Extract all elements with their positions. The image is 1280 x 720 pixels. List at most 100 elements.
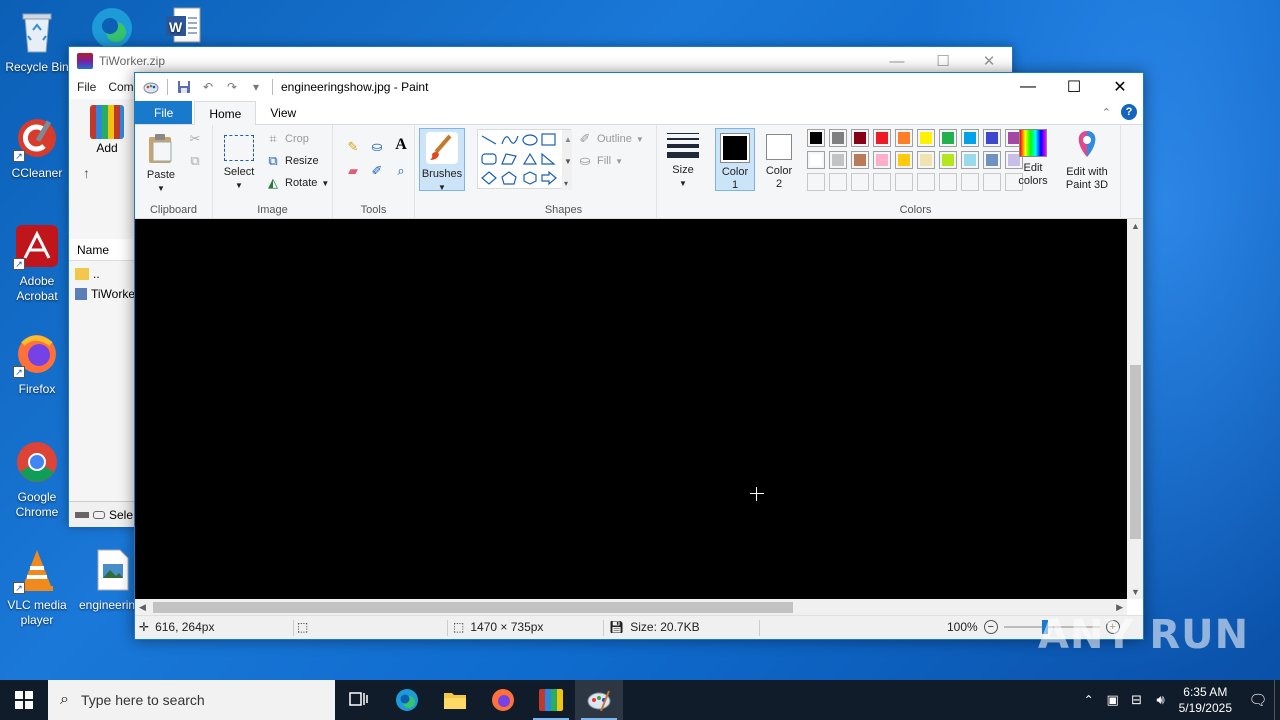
palette-custom-slot[interactable] bbox=[807, 173, 825, 191]
horizontal-scrollbar[interactable]: ◀ ▶ bbox=[135, 599, 1127, 615]
edit-colors-button[interactable]: Edit colors bbox=[1011, 129, 1055, 188]
palette-custom-slot[interactable] bbox=[851, 173, 869, 191]
palette-color-swatch[interactable] bbox=[829, 151, 847, 169]
palette-color-swatch[interactable] bbox=[917, 129, 935, 147]
text-tool-icon[interactable]: A bbox=[393, 136, 409, 153]
help-icon[interactable]: ? bbox=[1121, 104, 1137, 120]
taskbar-paint[interactable] bbox=[575, 680, 623, 720]
menu-file[interactable]: File bbox=[77, 80, 96, 94]
clock[interactable]: 6:35 AM 5/19/2025 bbox=[1179, 684, 1232, 716]
palette-custom-slot[interactable] bbox=[873, 173, 891, 191]
menu-commands[interactable]: Com bbox=[108, 80, 133, 94]
desktop-icon-image-file[interactable]: engineerin bbox=[76, 546, 136, 613]
select-dropdown-icon[interactable]: ▼ bbox=[221, 179, 257, 192]
palette-color-swatch[interactable] bbox=[873, 151, 891, 169]
color1-button[interactable]: Color 1 bbox=[715, 128, 755, 191]
save-icon[interactable] bbox=[176, 79, 192, 95]
notifications-icon[interactable]: 🗨︎ bbox=[1242, 691, 1274, 709]
maximize-icon[interactable]: ☐ bbox=[1051, 73, 1097, 101]
cut-icon[interactable]: ✂ bbox=[187, 131, 203, 147]
copy-icon[interactable]: ⧉ bbox=[187, 153, 203, 169]
fill-bucket-icon[interactable]: ⛀ bbox=[369, 139, 385, 155]
palette-custom-slot[interactable] bbox=[895, 173, 913, 191]
minimize-icon[interactable]: — bbox=[874, 47, 920, 75]
tab-file[interactable]: File bbox=[135, 101, 193, 124]
scroll-left-icon[interactable]: ◀ bbox=[139, 602, 146, 613]
palette-color-swatch[interactable] bbox=[917, 151, 935, 169]
minimize-icon[interactable]: — bbox=[1005, 73, 1051, 101]
close-icon[interactable]: ✕ bbox=[966, 47, 1012, 75]
show-hidden-icons-icon[interactable]: ⌃ bbox=[1077, 693, 1101, 707]
task-view-button[interactable] bbox=[335, 680, 383, 720]
close-icon[interactable]: ✕ bbox=[1097, 73, 1143, 101]
palette-color-swatch[interactable] bbox=[961, 129, 979, 147]
palette-color-swatch[interactable] bbox=[851, 151, 869, 169]
tab-view[interactable]: View bbox=[256, 101, 310, 124]
taskbar-firefox[interactable] bbox=[479, 680, 527, 720]
vertical-scrollbar[interactable]: ▲ ▼ bbox=[1127, 219, 1143, 599]
maximize-icon[interactable]: ☐ bbox=[920, 47, 966, 75]
palette-color-swatch[interactable] bbox=[895, 129, 913, 147]
paste-dropdown-icon[interactable]: ▼ bbox=[143, 182, 179, 195]
select-button[interactable]: Select ▼ bbox=[221, 133, 257, 192]
palette-color-swatch[interactable] bbox=[807, 129, 825, 147]
network-icon[interactable]: ⊟ bbox=[1125, 692, 1149, 708]
resize-button[interactable]: ⧉ Resize bbox=[265, 153, 318, 169]
paint-title-bar[interactable]: ↶ ↷ ▾ engineeringshow.jpg - Paint — ☐ ✕ bbox=[135, 73, 1143, 101]
crop-button[interactable]: ⌗ Crop bbox=[265, 131, 309, 147]
desktop-icon-edge[interactable] bbox=[76, 2, 148, 46]
winrar-title-bar[interactable]: TiWorker.zip bbox=[69, 47, 1012, 75]
horizontal-scroll-thumb[interactable] bbox=[153, 602, 793, 613]
palette-custom-slot[interactable] bbox=[829, 173, 847, 191]
pencil-icon[interactable]: ✎ bbox=[345, 139, 361, 155]
paste-button[interactable]: Paste ▼ bbox=[143, 133, 179, 195]
color2-button[interactable]: Color 2 bbox=[759, 128, 799, 191]
show-desktop-button[interactable] bbox=[1274, 680, 1280, 720]
vertical-scroll-thumb[interactable] bbox=[1130, 365, 1141, 539]
palette-color-swatch[interactable] bbox=[939, 129, 957, 147]
palette-color-swatch[interactable] bbox=[807, 151, 825, 169]
network-device-icon[interactable]: ▣ bbox=[1101, 692, 1125, 708]
palette-color-swatch[interactable] bbox=[895, 151, 913, 169]
desktop-icon-chrome[interactable]: Google Chrome bbox=[1, 438, 73, 520]
palette-color-swatch[interactable] bbox=[983, 129, 1001, 147]
volume-icon[interactable]: 🔊︎ bbox=[1149, 692, 1173, 708]
paint-window[interactable]: ↶ ↷ ▾ engineeringshow.jpg - Paint — ☐ ✕ … bbox=[134, 72, 1144, 640]
palette-color-swatch[interactable] bbox=[829, 129, 847, 147]
palette-custom-slot[interactable] bbox=[983, 173, 1001, 191]
desktop-icon-adobe-acrobat[interactable]: ↗ Adobe Acrobat bbox=[1, 222, 73, 304]
scroll-down-icon[interactable]: ▼ bbox=[1131, 587, 1140, 597]
drawing-canvas[interactable] bbox=[135, 219, 1127, 599]
palette-color-swatch[interactable] bbox=[873, 129, 891, 147]
eraser-icon[interactable]: ▰ bbox=[345, 163, 361, 179]
rotate-button[interactable]: ◭ Rotate ▼ bbox=[265, 175, 329, 191]
scroll-up-icon[interactable]: ▲ bbox=[1131, 221, 1140, 231]
column-header-name[interactable]: Name bbox=[69, 239, 135, 261]
magnifier-icon[interactable]: ⌕ bbox=[393, 163, 409, 179]
shapes-gallery[interactable]: ▲ ▼ ▾ bbox=[477, 129, 572, 190]
fill-button[interactable]: ⛀ Fill ▼ bbox=[577, 153, 623, 169]
list-item[interactable]: .. bbox=[75, 265, 135, 283]
collapse-ribbon-icon[interactable]: ⌃ bbox=[1102, 106, 1111, 119]
palette-custom-slot[interactable] bbox=[917, 173, 935, 191]
palette-color-swatch[interactable] bbox=[983, 151, 1001, 169]
zoom-out-icon[interactable]: − bbox=[983, 620, 998, 634]
edit-with-paint3d-button[interactable]: Edit with Paint 3D bbox=[1057, 129, 1117, 192]
brushes-button[interactable]: Brushes ▼ bbox=[419, 128, 465, 192]
start-button[interactable] bbox=[0, 680, 48, 720]
desktop-icon-recycle-bin[interactable]: Recycle Bin bbox=[1, 8, 73, 75]
undo-icon[interactable]: ↶ bbox=[200, 79, 216, 95]
taskbar-edge[interactable] bbox=[383, 680, 431, 720]
desktop-icon-vlc[interactable]: ↗ VLC media player bbox=[1, 546, 73, 628]
palette-color-swatch[interactable] bbox=[961, 151, 979, 169]
palette-color-swatch[interactable] bbox=[939, 151, 957, 169]
redo-icon[interactable]: ↷ bbox=[224, 79, 240, 95]
palette-custom-slot[interactable] bbox=[939, 173, 957, 191]
add-button[interactable]: Add bbox=[89, 105, 125, 155]
up-arrow-icon[interactable]: ↑ bbox=[83, 165, 90, 181]
taskbar-file-explorer[interactable] bbox=[431, 680, 479, 720]
customize-toolbar-icon[interactable]: ▾ bbox=[248, 79, 264, 95]
desktop-icon-word[interactable]: W bbox=[148, 4, 220, 46]
desktop-icon-firefox[interactable]: ↗ Firefox bbox=[1, 330, 73, 397]
outline-button[interactable]: ✐ Outline ▼ bbox=[577, 131, 644, 147]
